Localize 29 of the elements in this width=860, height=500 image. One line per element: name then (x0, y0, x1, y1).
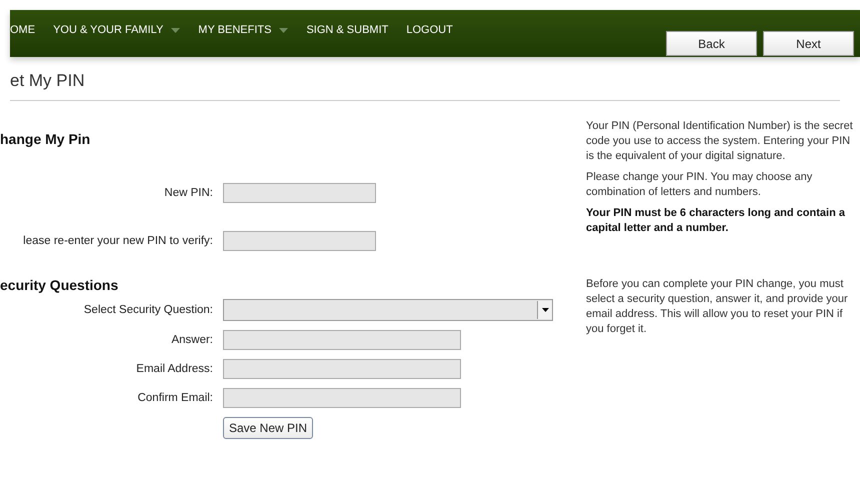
input-field[interactable] (223, 183, 376, 203)
help-text: Your PIN must be 6 characters long and contain a capital letter and a number. (586, 206, 846, 236)
nav-item[interactable]: MY BENEFITS (198, 24, 288, 38)
save-button[interactable]: Save New PIN (223, 417, 314, 439)
field-label: New PIN: (164, 187, 213, 199)
caret-icon (279, 28, 288, 33)
field-label: lease re-enter your new PIN to verify: (23, 235, 213, 247)
nav-button[interactable]: Back (666, 31, 757, 56)
nav-item[interactable]: SIGN & SUBMIT (306, 24, 388, 38)
section-heading: hange My Pin (0, 131, 92, 147)
nav-item[interactable]: YOU & YOUR FAMILY (53, 24, 180, 38)
input-field[interactable] (223, 359, 461, 379)
field-label: Email Address: (136, 363, 213, 375)
caret-icon (171, 28, 180, 33)
section-heading: ecurity Questions (0, 277, 120, 293)
nav-button[interactable]: Next (763, 31, 854, 56)
nav-item[interactable]: LOGOUT (406, 24, 453, 38)
help-text: Please change your PIN. You may choose any combination of letters and numbers. (586, 170, 814, 200)
field-label: Confirm Email: (138, 392, 213, 404)
input-field[interactable] (223, 231, 376, 251)
field-label: Select Security Question: (84, 304, 213, 316)
field-label: Answer: (171, 334, 213, 346)
input-field[interactable] (223, 330, 461, 350)
question-select[interactable] (223, 299, 553, 321)
help-text: Before you can complete your PIN change, you must select a security question, answer it, and provide your email address. This will allow you to reset your PIN if you forget it. (586, 277, 849, 337)
help-text: Your PIN (Personal Identification Number) is the secret code you use to access the system. Entering your PIN is the equivalent of your digital signature. (586, 119, 854, 164)
nav-item[interactable]: OME (10, 24, 36, 38)
page-title: et My PIN (10, 71, 840, 101)
input-field[interactable] (223, 388, 461, 408)
